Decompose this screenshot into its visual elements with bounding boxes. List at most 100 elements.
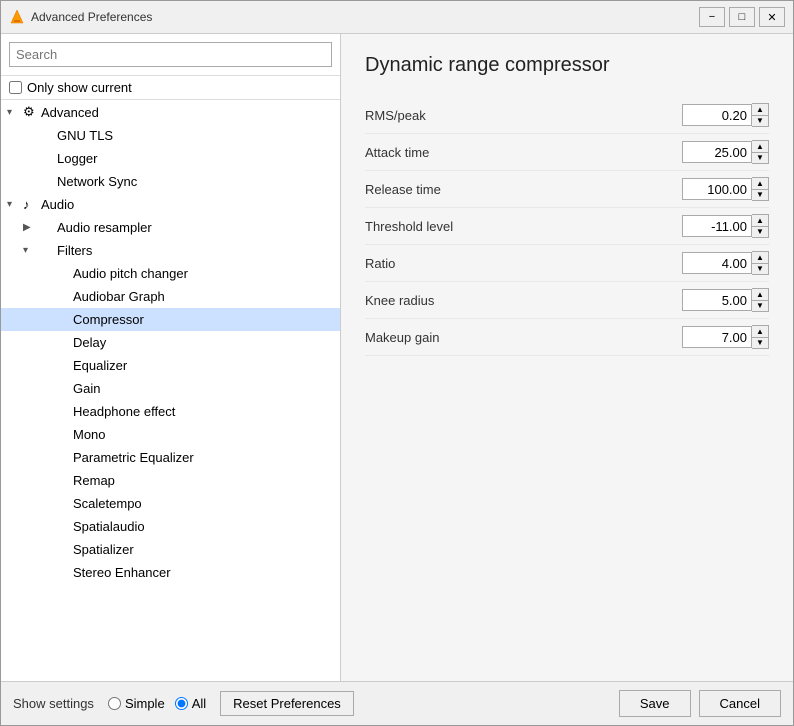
setting-row-ratio: Ratio▲▼ bbox=[365, 245, 769, 282]
tree-item-mono[interactable]: Mono bbox=[1, 423, 340, 446]
spin-input-rms-peak[interactable] bbox=[682, 104, 752, 126]
tree-label-audio-pitch-changer: Audio pitch changer bbox=[73, 266, 334, 281]
spin-down-knee-radius[interactable]: ▼ bbox=[752, 300, 768, 311]
spin-buttons-knee-radius: ▲▼ bbox=[752, 288, 769, 312]
right-panel: Dynamic range compressor RMS/peak▲▼Attac… bbox=[341, 34, 793, 681]
radio-simple-label[interactable]: Simple bbox=[125, 696, 165, 711]
tree-item-audio[interactable]: ▾♪Audio bbox=[1, 193, 340, 216]
left-panel: Only show current ▾⚙Advanced GNU TLS Logge… bbox=[1, 34, 341, 681]
tree-label-gnu-tls: GNU TLS bbox=[57, 128, 334, 143]
tree-item-logger[interactable]: Logger bbox=[1, 147, 340, 170]
spin-container-release-time: ▲▼ bbox=[682, 177, 769, 201]
search-input[interactable] bbox=[9, 42, 332, 67]
tree-item-parametric-equalizer[interactable]: Parametric Equalizer bbox=[1, 446, 340, 469]
tree-item-audio-pitch-changer[interactable]: Audio pitch changer bbox=[1, 262, 340, 285]
tree-label-audio-resampler: Audio resampler bbox=[57, 220, 334, 235]
tree-item-delay[interactable]: Delay bbox=[1, 331, 340, 354]
spin-input-ratio[interactable] bbox=[682, 252, 752, 274]
spin-up-makeup-gain[interactable]: ▲ bbox=[752, 326, 768, 337]
tree-item-headphone-effect[interactable]: Headphone effect bbox=[1, 400, 340, 423]
cancel-button[interactable]: Cancel bbox=[699, 690, 781, 717]
bottom-left: Show settings Simple All Reset Preferenc… bbox=[13, 691, 354, 716]
tree-item-spatialaudio[interactable]: Spatialaudio bbox=[1, 515, 340, 538]
spin-down-rms-peak[interactable]: ▼ bbox=[752, 115, 768, 126]
title-bar-left: Advanced Preferences bbox=[9, 9, 152, 25]
spin-buttons-rms-peak: ▲▼ bbox=[752, 103, 769, 127]
setting-label-makeup-gain: Makeup gain bbox=[365, 330, 439, 345]
tree-item-network-sync[interactable]: Network Sync bbox=[1, 170, 340, 193]
tree-label-delay: Delay bbox=[73, 335, 334, 350]
tree-item-gain[interactable]: Gain bbox=[1, 377, 340, 400]
spin-container-threshold-level: ▲▼ bbox=[682, 214, 769, 238]
maximize-button[interactable]: □ bbox=[729, 7, 755, 27]
tree-label-gain: Gain bbox=[73, 381, 334, 396]
setting-row-rms-peak: RMS/peak▲▼ bbox=[365, 97, 769, 134]
tree-item-stereo-enhancer[interactable]: Stereo Enhancer bbox=[1, 561, 340, 584]
tree-item-advanced[interactable]: ▾⚙Advanced bbox=[1, 100, 340, 124]
tree-arrow-advanced: ▾ bbox=[7, 107, 23, 118]
setting-label-attack-time: Attack time bbox=[365, 145, 429, 160]
tree-item-gnu-tls[interactable]: GNU TLS bbox=[1, 124, 340, 147]
setting-row-threshold-level: Threshold level▲▼ bbox=[365, 208, 769, 245]
tree-label-advanced: Advanced bbox=[41, 105, 334, 120]
spin-down-makeup-gain[interactable]: ▼ bbox=[752, 337, 768, 348]
tree-label-network-sync: Network Sync bbox=[57, 174, 334, 189]
tree-item-spatializer[interactable]: Spatializer bbox=[1, 538, 340, 561]
tree-item-audiobar-graph[interactable]: Audiobar Graph bbox=[1, 285, 340, 308]
spin-up-release-time[interactable]: ▲ bbox=[752, 178, 768, 189]
spin-down-ratio[interactable]: ▼ bbox=[752, 263, 768, 274]
spin-up-attack-time[interactable]: ▲ bbox=[752, 141, 768, 152]
spin-container-knee-radius: ▲▼ bbox=[682, 288, 769, 312]
spin-buttons-ratio: ▲▼ bbox=[752, 251, 769, 275]
tree-item-scaletempo[interactable]: Scaletempo bbox=[1, 492, 340, 515]
minimize-button[interactable]: − bbox=[699, 7, 725, 27]
tree-item-filters[interactable]: ▾ Filters bbox=[1, 239, 340, 262]
tree-item-audio-resampler[interactable]: ▶Audio resampler bbox=[1, 216, 340, 239]
spin-input-threshold-level[interactable] bbox=[682, 215, 752, 237]
setting-label-release-time: Release time bbox=[365, 182, 441, 197]
spin-input-release-time[interactable] bbox=[682, 178, 752, 200]
tree-label-spatializer: Spatializer bbox=[73, 542, 334, 557]
tree-label-filters: Filters bbox=[57, 243, 334, 258]
only-show-current-checkbox[interactable] bbox=[9, 81, 22, 94]
spin-input-makeup-gain[interactable] bbox=[682, 326, 752, 348]
title-bar-controls: − □ ✕ bbox=[699, 7, 785, 27]
radio-all-input[interactable] bbox=[175, 697, 188, 710]
spin-up-knee-radius[interactable]: ▲ bbox=[752, 289, 768, 300]
tree-label-compressor: Compressor bbox=[73, 312, 334, 327]
tree-item-remap[interactable]: Remap bbox=[1, 469, 340, 492]
spin-buttons-release-time: ▲▼ bbox=[752, 177, 769, 201]
tree-area: ▾⚙Advanced GNU TLS Logger Network Sync ▾♪Aud… bbox=[1, 100, 340, 681]
tree-label-spatialaudio: Spatialaudio bbox=[73, 519, 334, 534]
reset-preferences-button[interactable]: Reset Preferences bbox=[220, 691, 354, 716]
tree-arrow-filters: ▾ bbox=[23, 245, 39, 256]
tree-item-compressor[interactable]: Compressor bbox=[1, 308, 340, 331]
close-button[interactable]: ✕ bbox=[759, 7, 785, 27]
save-button[interactable]: Save bbox=[619, 690, 691, 717]
spin-input-attack-time[interactable] bbox=[682, 141, 752, 163]
only-show-current-label[interactable]: Only show current bbox=[27, 80, 132, 95]
spin-up-threshold-level[interactable]: ▲ bbox=[752, 215, 768, 226]
tree-label-logger: Logger bbox=[57, 151, 334, 166]
tree-label-audiobar-graph: Audiobar Graph bbox=[73, 289, 334, 304]
tree-label-scaletempo: Scaletempo bbox=[73, 496, 334, 511]
spin-down-release-time[interactable]: ▼ bbox=[752, 189, 768, 200]
spin-down-threshold-level[interactable]: ▼ bbox=[752, 226, 768, 237]
spin-input-knee-radius[interactable] bbox=[682, 289, 752, 311]
tree-label-headphone-effect: Headphone effect bbox=[73, 404, 334, 419]
spin-up-rms-peak[interactable]: ▲ bbox=[752, 104, 768, 115]
spin-up-ratio[interactable]: ▲ bbox=[752, 252, 768, 263]
bottom-bar: Show settings Simple All Reset Preferenc… bbox=[1, 681, 793, 725]
tree-label-remap: Remap bbox=[73, 473, 334, 488]
tree-arrow-audio: ▾ bbox=[7, 199, 23, 210]
spin-buttons-makeup-gain: ▲▼ bbox=[752, 325, 769, 349]
tree-item-equalizer[interactable]: Equalizer bbox=[1, 354, 340, 377]
search-area bbox=[1, 34, 340, 76]
radio-simple: Simple bbox=[108, 696, 165, 711]
only-show-current-row: Only show current bbox=[1, 76, 340, 100]
tree-label-stereo-enhancer: Stereo Enhancer bbox=[73, 565, 334, 580]
radio-simple-input[interactable] bbox=[108, 697, 121, 710]
tree-label-mono: Mono bbox=[73, 427, 334, 442]
radio-all-label[interactable]: All bbox=[192, 696, 206, 711]
spin-down-attack-time[interactable]: ▼ bbox=[752, 152, 768, 163]
